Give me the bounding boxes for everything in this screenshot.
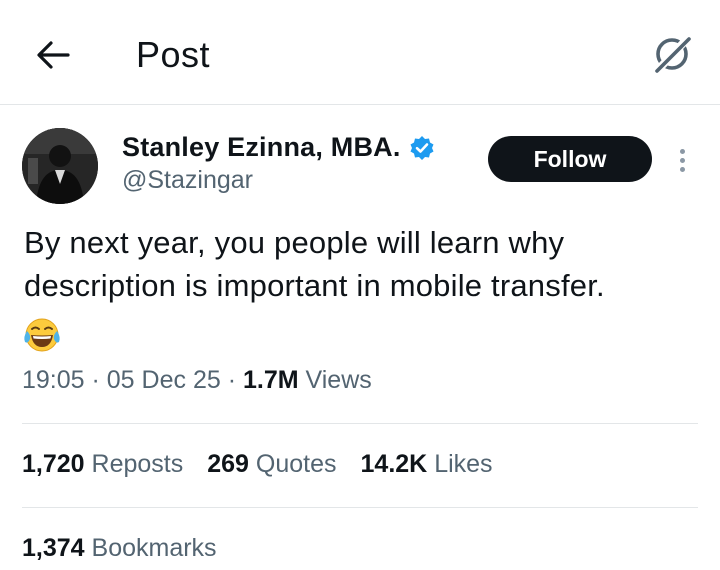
separator: · xyxy=(220,366,243,394)
likes-stat[interactable]: 14.2K Likes xyxy=(361,450,493,479)
post-meta: 19:05 · 05 Dec 25 · 1.7M Views xyxy=(22,366,372,395)
follow-button[interactable]: Follow xyxy=(488,136,652,182)
top-bar: Post xyxy=(0,0,720,105)
quotes-count: 269 xyxy=(207,450,249,478)
reposts-stat[interactable]: 1,720 Reposts xyxy=(22,450,183,479)
avatar[interactable] xyxy=(22,128,98,204)
bookmarks-stat[interactable]: 1,374 Bookmarks xyxy=(22,534,217,563)
grok-icon[interactable] xyxy=(648,30,696,78)
bookmarks-count: 1,374 xyxy=(22,534,85,562)
tears-of-joy-emoji-icon xyxy=(24,318,60,352)
more-dot-icon xyxy=(679,157,685,163)
likes-count: 14.2K xyxy=(360,450,428,478)
author-handle[interactable]: @Stazingar xyxy=(122,166,253,195)
reposts-label: Reposts xyxy=(91,450,184,478)
page-title: Post xyxy=(136,34,211,75)
post-time[interactable]: 19:05 xyxy=(22,366,85,394)
likes-label: Likes xyxy=(434,450,493,478)
more-options-button[interactable] xyxy=(668,142,696,178)
engagement-stats: 1,720 Reposts 269 Quotes 14.2K Likes xyxy=(22,450,493,479)
author-name[interactable]: Stanley Ezinna, MBA. xyxy=(122,132,401,163)
bookmarks-label: Bookmarks xyxy=(91,534,217,562)
divider xyxy=(22,507,698,508)
arrow-left-icon xyxy=(37,41,70,69)
separator: · xyxy=(84,366,107,394)
verified-badge-icon xyxy=(410,135,434,160)
views-label: Views xyxy=(305,366,372,394)
post-date[interactable]: 05 Dec 25 xyxy=(107,366,221,394)
author-name-row: Stanley Ezinna, MBA. xyxy=(122,132,435,163)
more-dot-icon xyxy=(679,148,685,154)
divider xyxy=(22,423,698,424)
post-text: By next year, you people will learn why … xyxy=(24,225,605,303)
profile-photo xyxy=(22,128,98,204)
views-count: 1.7M xyxy=(242,366,299,394)
reposts-count: 1,720 xyxy=(22,450,85,478)
more-dot-icon xyxy=(679,166,685,172)
back-button[interactable] xyxy=(28,30,78,80)
quotes-label: Quotes xyxy=(255,450,337,478)
quotes-stat[interactable]: 269 Quotes xyxy=(207,450,336,479)
